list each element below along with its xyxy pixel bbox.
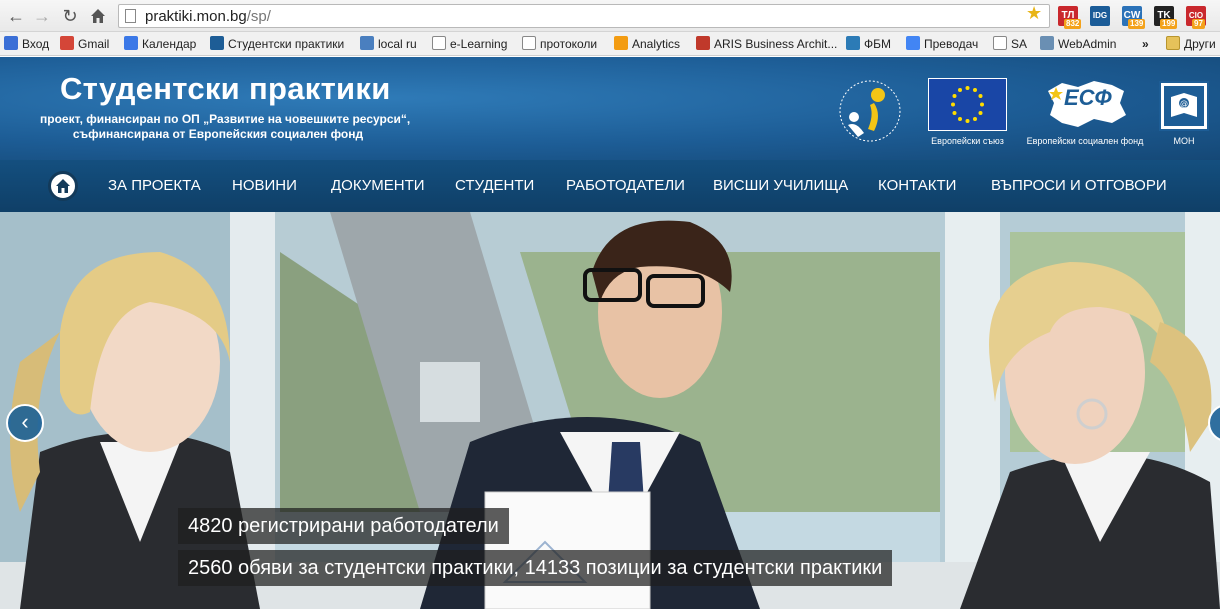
page-icon [522,36,536,50]
site-header: Студентски практики проект, финансиран п… [0,57,1220,160]
nav-item-documents[interactable]: ДОКУМЕНТИ [331,177,425,194]
bookmark-item[interactable]: Gmail [60,36,109,52]
esf-logo: ЕСФ [1042,77,1130,138]
address-bar[interactable]: praktiki.mon.bg/sp/ [118,4,1050,28]
site-subtitle-line1: проект, финансиран по ОП „Развитие на чо… [40,112,411,126]
ext-cio-icon[interactable]: CIO 97 [1186,6,1206,29]
url-text: praktiki.mon.bg/sp/ [145,8,271,25]
hero-caption-listings: 2560 обяви за студентски практики, 14133… [178,550,893,586]
eu-caption: Европейски съюз [931,136,1004,146]
globe-icon [360,36,374,50]
calendar-icon [124,36,138,50]
ext-idg-icon[interactable]: IDG [1090,6,1110,26]
eu-flag-logo [928,78,1007,131]
bookmark-label: ARIS Business Archit... [714,37,838,51]
browser-toolbar: ← → ↻ praktiki.mon.bg/sp/ ★ ТЛ 832 IDG CW 13… [0,0,1220,32]
aris-icon [696,36,710,50]
main-navigation: ЗА ПРОЕКТА НОВИНИ ДОКУМЕНТИ СТУДЕНТИ РАБ… [0,160,1220,212]
hero-caption-employers: 4820 регистрирани работодатели [178,508,509,544]
project-logo [838,75,902,152]
webadmin-icon [1040,36,1054,50]
extension-badge-count: 832 [1064,19,1082,29]
forward-arrow-icon[interactable]: → [30,4,54,28]
mon-caption: МОН [1173,136,1195,146]
nav-home-button[interactable] [48,171,78,201]
page-icon [432,36,446,50]
bookmark-label: протоколи [540,37,598,51]
extension-badge-count: 199 [1160,19,1178,29]
bookmark-item[interactable]: ФБМ [846,36,891,52]
reload-icon[interactable]: ↻ [58,4,82,28]
bookmark-label: Студентски практики [228,37,345,51]
bookmark-label: Вход [22,37,50,51]
extension-badge-count: 139 [1128,19,1146,29]
bookmark-item[interactable]: Календар [124,36,196,52]
nav-item-employers[interactable]: РАБОТОДАТЕЛИ [566,177,685,194]
mon-logo: @ [1159,81,1209,131]
nav-item-about-project[interactable]: ЗА ПРОЕКТА [108,177,201,194]
bookmark-item[interactable]: протоколи [522,36,597,52]
bookmark-label: WebAdmin [1058,37,1117,51]
google-icon [4,36,18,50]
sp-icon [210,36,224,50]
extension-badge-count: 97 [1192,19,1205,29]
home-icon [56,179,70,193]
bookmark-label: Календар [142,37,197,51]
other-bookmarks-folder[interactable]: Други [1166,36,1216,52]
page-icon [125,9,136,23]
bookmark-item[interactable]: Преводач [906,36,978,52]
bookmark-item[interactable]: local ru [360,36,417,52]
bookmarks-overflow-button[interactable]: » [1142,36,1149,52]
bookmark-item[interactable]: Вход [4,36,49,52]
bookmark-label: Gmail [78,37,110,51]
nav-item-news[interactable]: НОВИНИ [232,177,297,194]
bookmark-label: Преводач [924,37,979,51]
translate-icon [906,36,920,50]
hero-slider: ‹ 4820 регистрирани работодатели 2560 об… [0,212,1220,609]
slider-prev-button[interactable]: ‹ [6,404,44,442]
bookmark-label: Analytics [632,37,681,51]
svg-text:@: @ [1180,99,1188,108]
bookmark-label: local ru [378,37,417,51]
bookmarks-bar: Вход Gmail Календар Студентски практики loca… [0,32,1220,56]
site-subtitle-line2: съфинансирана от Европейския социален фо… [72,127,364,141]
ext-tk-icon[interactable]: TK 199 [1154,6,1178,29]
analytics-icon [614,36,628,50]
bookmark-item[interactable]: ARIS Business Archit... [696,36,837,52]
bookmark-item[interactable]: SA [993,36,1027,52]
fbm-icon [846,36,860,50]
ext-tl-icon[interactable]: ТЛ 832 [1058,6,1082,29]
gmail-icon [60,36,74,50]
bookmark-item[interactable]: Студентски практики [210,36,344,52]
home-icon[interactable] [86,4,110,28]
bookmark-star-icon[interactable]: ★ [1026,3,1042,24]
nav-item-faq[interactable]: ВЪПРОСИ И ОТГОВОРИ [991,177,1167,194]
bookmark-label: SA [1011,37,1028,51]
bookmark-item[interactable]: e-Learning [432,36,507,52]
nav-item-students[interactable]: СТУДЕНТИ [455,177,534,194]
folder-icon [1166,36,1180,50]
nav-item-contacts[interactable]: КОНТАКТИ [878,177,956,194]
bookmark-item[interactable]: WebAdmin [1040,36,1116,52]
site-title[interactable]: Студентски практики [60,71,391,107]
bookmark-label: e-Learning [450,37,508,51]
ext-cw-icon[interactable]: CW 139 [1122,6,1146,29]
bookmark-item[interactable]: Analytics [614,36,680,52]
nav-item-universities[interactable]: ВИСШИ УЧИЛИЩА [713,177,848,194]
back-arrow-icon[interactable]: ← [4,4,28,28]
page-icon [993,36,1007,50]
esf-caption: Европейски социален фонд [1026,136,1144,146]
bookmark-label: ФБМ [864,37,891,51]
esf-logo-text: ЕСФ [1064,85,1112,110]
